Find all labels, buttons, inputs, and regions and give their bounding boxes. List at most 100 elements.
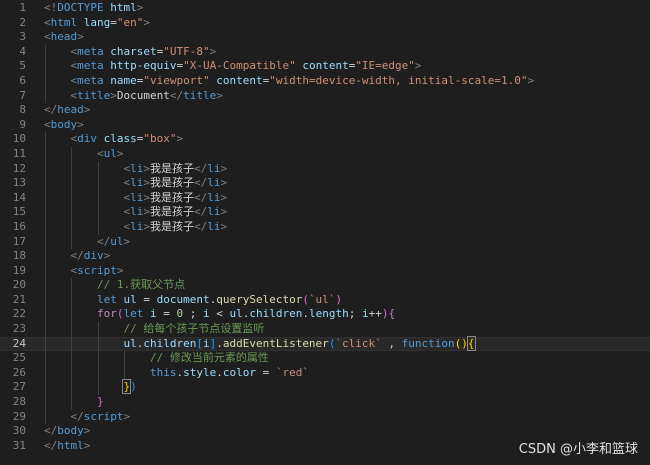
editor-lines[interactable]: 1 <!DOCTYPE html> 2 <html lang="en"> 3 <head>… — [0, 1, 650, 453]
token: li — [207, 161, 221, 175]
code-line[interactable]: 12 <li>我是孩子</li> — [0, 161, 650, 177]
code-line[interactable]: 27 }) — [0, 379, 650, 396]
token: ; — [183, 307, 203, 321]
code-text: </head> — [44, 103, 90, 118]
token: </ — [193, 190, 208, 204]
token: < — [209, 307, 230, 321]
token: > — [220, 190, 228, 204]
token: i — [202, 307, 210, 321]
token: > — [83, 103, 91, 117]
line-number: 18 — [12, 249, 26, 263]
code-line[interactable]: 26 this.style.color = `red` — [0, 365, 650, 381]
token: http-equiv — [110, 59, 177, 73]
token: `red` — [275, 365, 309, 379]
code-line[interactable]: 13 <li>我是孩子</li> — [0, 176, 650, 191]
code-line[interactable]: 24 ul.children[i].addEventListener(`clic… — [0, 335, 650, 352]
token: > — [143, 15, 150, 29]
token: Document — [116, 88, 170, 102]
line-number: 22 — [12, 307, 26, 321]
code-line[interactable]: 30 </body> — [0, 424, 650, 439]
line-number: 10 — [12, 132, 26, 146]
code-line[interactable]: 8 </head> — [0, 103, 650, 118]
line-number: 21 — [12, 292, 26, 306]
code-text: <script> — [44, 264, 124, 279]
token: > — [123, 234, 131, 248]
token: length — [308, 307, 349, 321]
code-editor[interactable]: 1 <!DOCTYPE html> 2 <html lang="en"> 3 <head>… — [0, 0, 650, 465]
code-line[interactable]: 15 <li>我是孩子</li> — [0, 205, 650, 220]
token: head — [57, 103, 84, 117]
code-text: <title>Document</title> — [44, 89, 223, 104]
token: title — [77, 88, 111, 102]
code-text: // 给每个孩子节点设置监听 — [44, 322, 264, 337]
token: </ — [169, 88, 184, 102]
token: class — [103, 132, 137, 146]
code-line[interactable]: 20 // 1.获取父节点 — [0, 278, 650, 293]
token: li — [130, 205, 144, 219]
code-line[interactable]: 2 <html lang="en"> — [0, 16, 650, 31]
token: > — [83, 438, 91, 452]
code-line[interactable]: 11 <ul> — [0, 146, 650, 162]
token: > — [116, 263, 124, 277]
token: . — [216, 365, 223, 379]
line-number: 16 — [12, 219, 26, 233]
line-number: 28 — [12, 395, 26, 409]
code-line[interactable]: 1 <!DOCTYPE html> — [0, 1, 650, 16]
token: "IE=edge" — [355, 59, 415, 73]
token: children — [249, 307, 303, 321]
code-line[interactable]: 25 // 修改当前元素的属性 — [0, 351, 650, 366]
token: meta — [77, 44, 104, 58]
token: 我是孩子 — [149, 176, 194, 190]
token: "UTF-8" — [163, 44, 210, 58]
code-line[interactable]: 23 // 给每个孩子节点设置监听 — [0, 322, 650, 337]
token: ul — [123, 336, 137, 350]
code-line[interactable]: 19 <script> — [0, 263, 650, 279]
code-line[interactable]: 14 <li>我是孩子</li> — [0, 190, 650, 206]
code-line[interactable]: 21 let ul = document.querySelector(`ul`) — [0, 292, 650, 308]
token: i — [149, 307, 157, 321]
token: < — [44, 117, 51, 131]
code-line[interactable]: 17 </ul> — [0, 234, 650, 250]
code-line[interactable]: 7 <title>Document</title> — [0, 88, 650, 104]
token: let — [123, 307, 144, 321]
code-text: </html> — [44, 439, 90, 454]
token: // 1.获取父节点 — [96, 278, 186, 292]
token: = — [156, 307, 177, 321]
token: // 修改当前元素的属性 — [149, 351, 269, 365]
token: addEventListener — [222, 336, 329, 350]
code-line[interactable]: 3 <head> — [0, 30, 650, 45]
token: ul — [229, 307, 243, 321]
token: </ — [193, 205, 208, 219]
code-text: <body> — [44, 118, 84, 133]
token: li — [130, 161, 144, 175]
code-text: </body> — [44, 424, 90, 439]
code-line[interactable]: 16 <li>我是孩子</li> — [0, 219, 650, 235]
code-line[interactable]: 9 <body> — [0, 118, 650, 133]
line-number: 5 — [19, 59, 26, 73]
token: 我是孩子 — [149, 219, 194, 233]
code-line[interactable]: 22 for(let i = 0 ; i < ul.children.lengt… — [0, 307, 650, 323]
code-line[interactable]: 28 } — [0, 395, 650, 410]
code-line[interactable]: 29 </script> — [0, 409, 650, 425]
code-line[interactable]: 5 <meta http-equiv="X-UA-Compatible" con… — [0, 59, 650, 74]
token: body — [57, 424, 84, 438]
token: "viewport" — [143, 73, 210, 87]
code-text: <!DOCTYPE html> — [44, 1, 143, 16]
line-number: 23 — [12, 322, 26, 336]
code-line[interactable]: 18 </div> — [0, 249, 650, 264]
code-line[interactable]: 4 <meta charset="UTF-8"> — [0, 44, 650, 60]
code-line[interactable]: 6 <meta name="viewport" content="width=d… — [0, 73, 650, 89]
token: > — [136, 1, 144, 14]
code-line[interactable]: 10 <div class="box"> — [0, 132, 650, 147]
